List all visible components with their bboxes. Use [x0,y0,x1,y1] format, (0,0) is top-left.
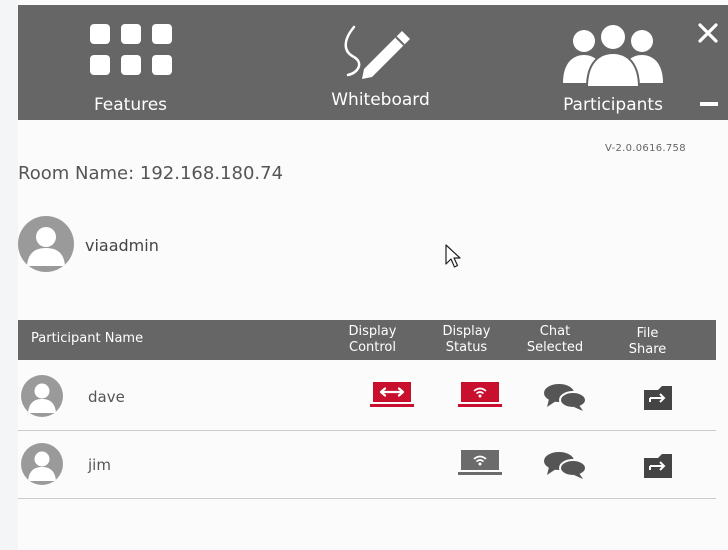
avatar [18,216,74,272]
avatar [21,443,63,485]
user-icon [27,227,65,266]
participant-name: dave [88,388,125,406]
chat-icon[interactable] [543,382,587,412]
chat-icon[interactable] [543,450,587,480]
version-text: V-2.0.0616.758 [605,143,686,154]
display-status-icon[interactable] [458,450,502,476]
current-user-name: viaadmin [85,236,159,255]
participants-label: Participants [563,95,663,115]
user-icon [28,451,56,481]
room-name: Room Name: 192.168.180.74 [18,163,283,184]
participant-name: jim [88,456,111,474]
pen-icon [344,25,410,79]
file-share-icon[interactable] [642,382,674,412]
left-margin [0,0,18,550]
participants-panel: Features Whiteboard Participants V-2.0.0… [18,0,728,550]
file-share-icon[interactable] [642,450,674,480]
people-icon [563,23,663,87]
minimize-icon[interactable] [700,102,718,106]
room-name-label: Room Name: [18,163,135,184]
table-row: dave [18,362,716,431]
features-label: Features [93,95,168,115]
header-display-control: Display Control [348,324,397,355]
participants-table-header: Participant Name Display Control Display… [18,320,716,360]
whiteboard-label: Whiteboard [331,90,430,110]
avatar [21,375,63,417]
participants-button[interactable]: Participants [553,5,673,120]
features-button[interactable]: Features [78,5,183,120]
user-icon [28,383,56,413]
display-status-icon[interactable] [458,382,502,408]
whiteboard-button[interactable]: Whiteboard [318,5,443,120]
close-icon[interactable] [698,23,718,43]
header-chat-selected: Chat Selected [526,324,584,355]
header-participant-name: Participant Name [31,331,144,346]
grid-icon [90,24,172,75]
mouse-cursor-icon [445,244,461,268]
table-row: jim [18,430,716,499]
display-control-icon[interactable] [370,382,414,408]
top-toolbar: Features Whiteboard Participants [18,5,728,120]
header-display-status: Display Status [442,324,491,355]
header-file-share: File Share [628,326,667,357]
room-name-value: 192.168.180.74 [139,163,284,184]
